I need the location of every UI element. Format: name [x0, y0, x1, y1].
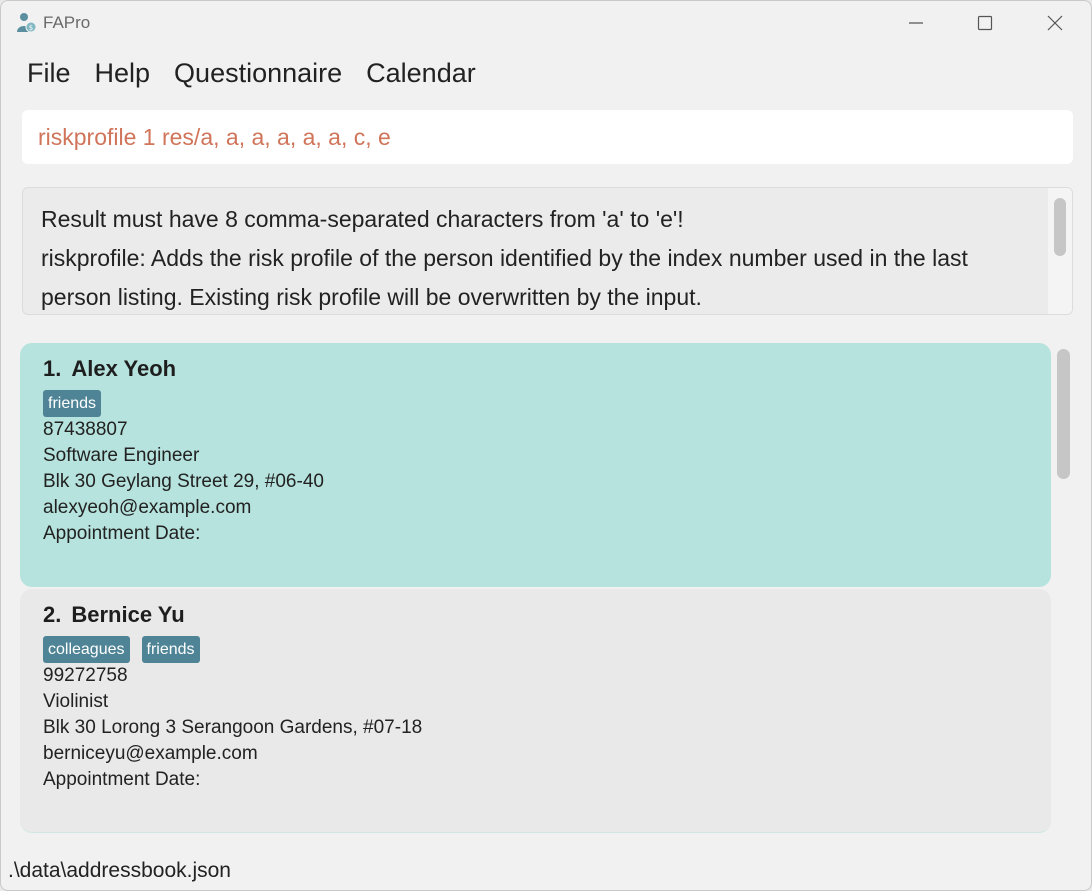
person-address: Blk 30 Lorong 3 Serangoon Gardens, #07-1…	[43, 717, 423, 738]
svg-text:$: $	[29, 24, 33, 32]
close-icon	[1047, 15, 1063, 31]
person-email: alexyeoh@example.com	[43, 497, 252, 518]
list-scrollbar[interactable]	[1054, 347, 1074, 831]
menu-questionnaire[interactable]: Questionnaire	[162, 58, 354, 89]
tag-list: friends	[43, 390, 1051, 417]
menu-help[interactable]: Help	[83, 58, 163, 89]
person-name-line: 2. Bernice Yu	[43, 601, 1051, 629]
person-name-line: 1. Alex Yeoh	[43, 355, 1051, 383]
menu-calendar[interactable]: Calendar	[354, 58, 488, 89]
tag-badge: friends	[43, 390, 102, 417]
person-name: Bernice Yu	[71, 602, 185, 627]
list-scroll-thumb[interactable]	[1057, 349, 1070, 479]
tag-list: colleagues friends	[43, 636, 1051, 663]
person-appointment: Appointment Date:	[43, 523, 201, 544]
maximize-button[interactable]	[955, 1, 1015, 45]
person-occupation: Violinist	[43, 691, 109, 712]
person-index: 1.	[43, 356, 62, 381]
person-list: 1. Alex Yeoh friends 87438807 Software En…	[20, 343, 1072, 833]
person-occupation: Software Engineer	[43, 445, 200, 466]
person-phone: 87438807	[43, 419, 128, 440]
tag-badge: friends	[141, 636, 200, 663]
result-text: Result must have 8 comma-separated chara…	[41, 206, 968, 310]
person-address: Blk 30 Geylang Street 29, #06-40	[43, 471, 324, 492]
person-card[interactable]: 1. Alex Yeoh friends 87438807 Software En…	[20, 343, 1051, 587]
result-display[interactable]: Result must have 8 comma-separated chara…	[22, 187, 1073, 315]
app-window: $ FAPro File Help Questionnaire Calendar	[0, 0, 1092, 891]
person-phone: 99272758	[43, 665, 128, 686]
person-appointment: Appointment Date:	[43, 769, 201, 790]
minimize-button[interactable]	[886, 1, 946, 45]
app-logo-icon: $	[17, 13, 37, 33]
status-bar-file-path: .\data\addressbook.json	[8, 859, 231, 882]
result-scroll-thumb[interactable]	[1054, 198, 1066, 256]
menu-bar: File Help Questionnaire Calendar	[15, 55, 488, 91]
window-title: FAPro	[43, 13, 91, 32]
person-email: berniceyu@example.com	[43, 743, 258, 764]
tag-badge: colleagues	[43, 636, 130, 663]
close-button[interactable]	[1025, 1, 1085, 45]
title-bar[interactable]: $ FAPro	[1, 1, 1091, 45]
menu-file[interactable]: File	[15, 58, 83, 89]
person-card[interactable]: 2. Bernice Yu colleagues friends 99272758…	[20, 589, 1051, 833]
command-box	[22, 110, 1073, 164]
minimize-icon	[909, 22, 923, 24]
command-input[interactable]	[22, 110, 1073, 164]
person-index: 2.	[43, 602, 62, 627]
person-name: Alex Yeoh	[71, 356, 177, 381]
result-scrollbar[interactable]	[1048, 188, 1072, 314]
maximize-icon	[977, 15, 993, 31]
